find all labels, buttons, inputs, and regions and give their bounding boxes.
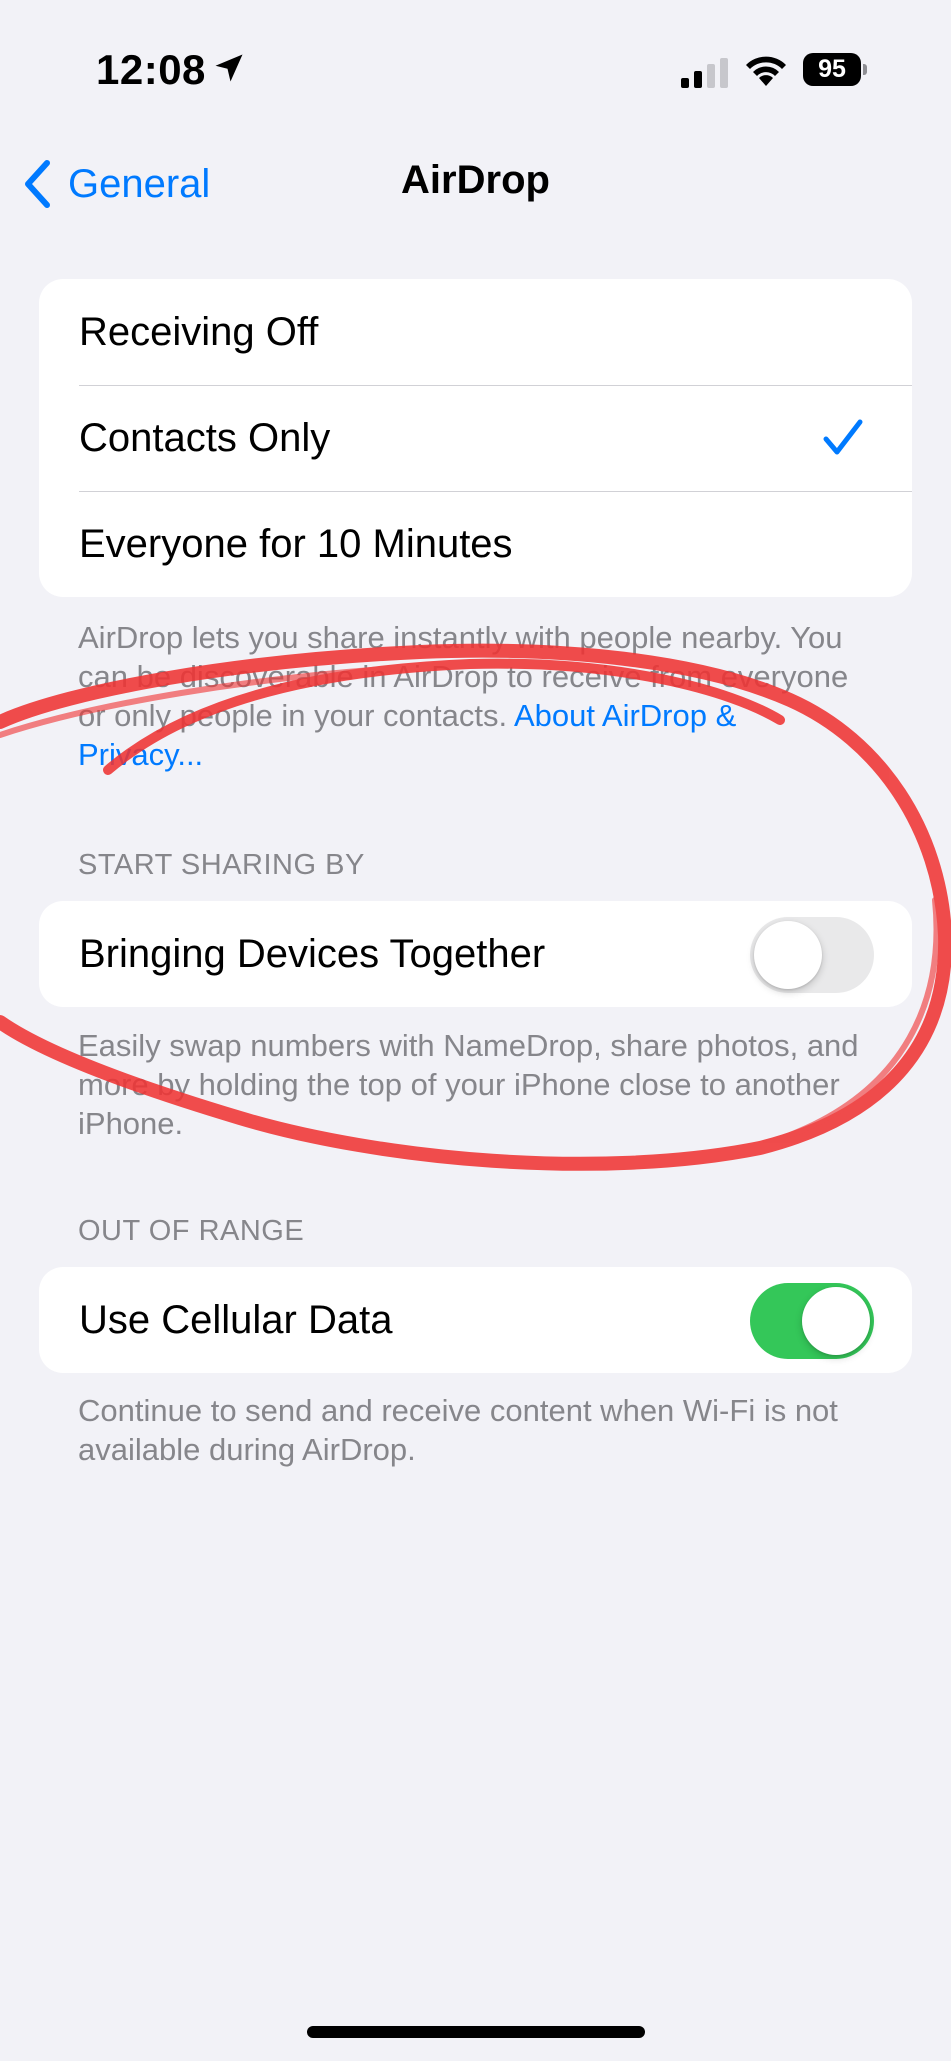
checkmark-icon <box>823 419 863 455</box>
status-time: 12:08 <box>96 46 206 93</box>
start-sharing-group: Bringing Devices Together <box>39 901 912 1007</box>
row-label: Bringing Devices Together <box>79 931 546 976</box>
receiving-options-group: Receiving Off Contacts Only Everyone for… <box>39 279 912 597</box>
option-contacts-only[interactable]: Contacts Only <box>39 385 912 491</box>
option-label: Everyone for 10 Minutes <box>79 521 513 566</box>
use-cellular-data-toggle[interactable] <box>750 1283 874 1359</box>
start-sharing-footer: Easily swap numbers with NameDrop, share… <box>78 1028 859 1141</box>
receiving-footer: AirDrop lets you share instantly with pe… <box>78 618 868 774</box>
toggle-knob <box>802 1287 870 1355</box>
location-arrow-icon <box>215 54 243 82</box>
out-of-range-group: Use Cellular Data <box>39 1267 912 1373</box>
bringing-devices-together-row: Bringing Devices Together <box>39 901 912 1007</box>
option-receiving-off[interactable]: Receiving Off <box>39 279 912 385</box>
option-label: Receiving Off <box>79 309 319 354</box>
bringing-devices-together-toggle[interactable] <box>750 917 874 993</box>
section-header-out-of-range: OUT OF RANGE <box>78 1215 305 1247</box>
out-of-range-footer: Continue to send and receive content whe… <box>78 1393 838 1467</box>
toggle-knob <box>754 921 822 989</box>
option-everyone-10-minutes[interactable]: Everyone for 10 Minutes <box>39 491 912 597</box>
cellular-signal-icon <box>681 58 728 88</box>
page-title: AirDrop <box>401 158 550 202</box>
section-header-start-sharing: START SHARING BY <box>78 849 365 881</box>
status-bar: 12:08 95 <box>0 0 951 140</box>
battery-icon: 95 <box>803 53 867 86</box>
use-cellular-data-row: Use Cellular Data <box>39 1267 912 1373</box>
battery-level: 95 <box>803 53 861 86</box>
home-indicator <box>307 2026 645 2038</box>
option-label: Contacts Only <box>79 415 331 460</box>
row-label: Use Cellular Data <box>79 1297 393 1342</box>
battery-tip <box>863 64 867 75</box>
wifi-icon <box>746 56 786 86</box>
